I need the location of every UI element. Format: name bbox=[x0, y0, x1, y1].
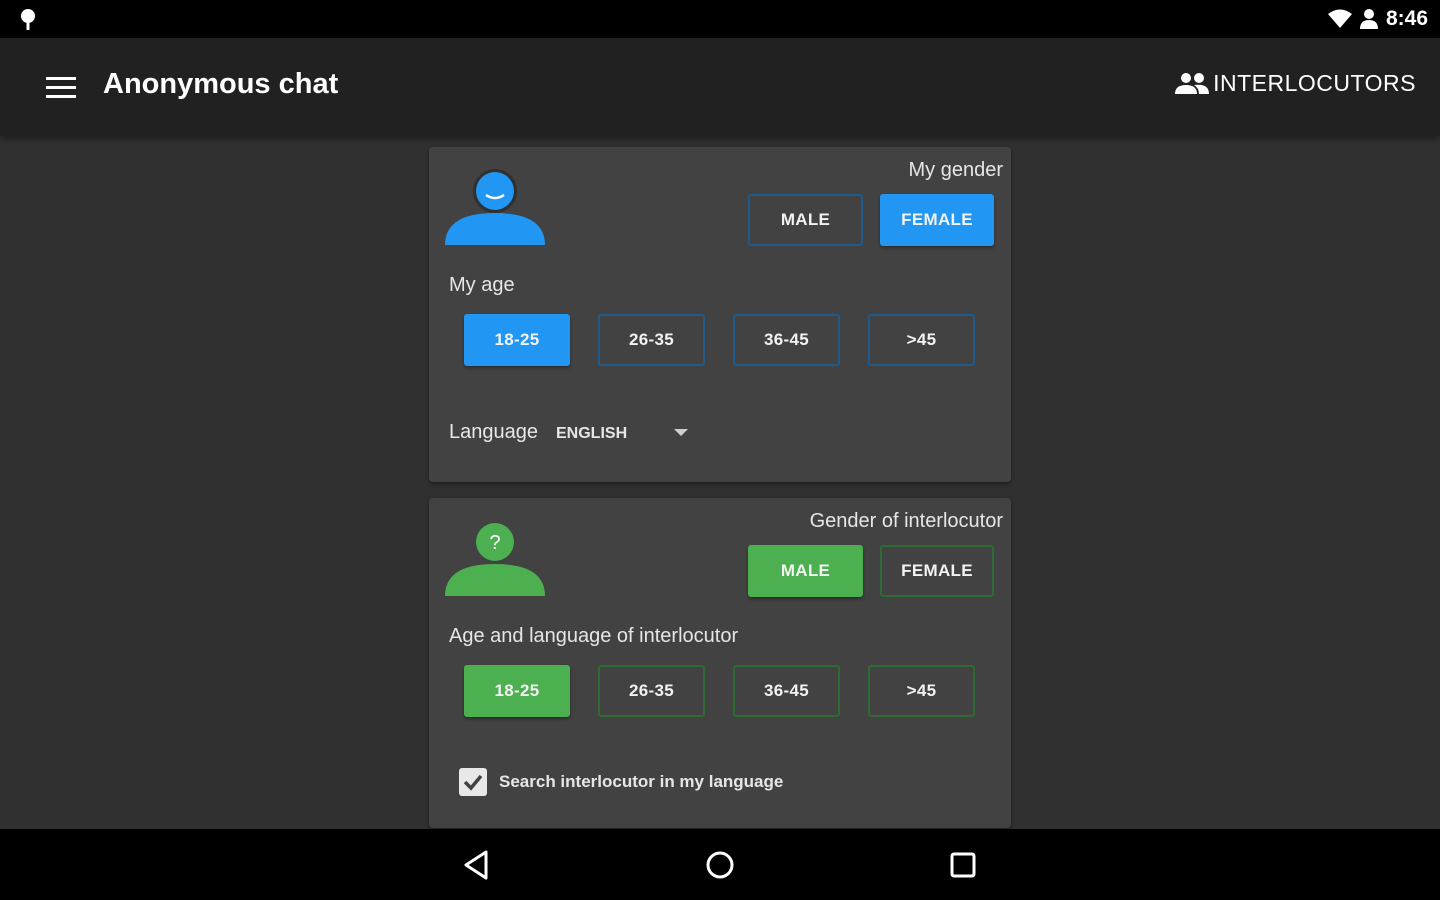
language-value: ENGLISH bbox=[556, 425, 628, 442]
my-profile-card: My gender MALE FEMALE My age 18-25 26-35… bbox=[429, 147, 1011, 482]
menu-icon[interactable] bbox=[44, 74, 78, 102]
interlocutor-age-26-35-button[interactable]: 26-35 bbox=[598, 665, 705, 717]
app-title: Anonymous chat bbox=[103, 68, 339, 100]
my-gender-male-button[interactable]: MALE bbox=[748, 194, 863, 246]
language-select[interactable]: ENGLISH bbox=[556, 417, 696, 451]
unknown-user-avatar-icon: ? bbox=[445, 520, 545, 596]
svg-text:?: ? bbox=[489, 532, 500, 554]
interlocutor-card: ? Gender of interlocutor MALE FEMALE Age… bbox=[429, 498, 1011, 828]
app-bar: Anonymous chat INTERLOCUTORS bbox=[0, 38, 1440, 136]
my-gender-female-button[interactable]: FEMALE bbox=[880, 194, 994, 246]
interlocutor-age-over-45-button[interactable]: >45 bbox=[868, 665, 975, 717]
interlocutor-age-label: Age and language of interlocutor bbox=[449, 625, 739, 647]
interlocutors-label: INTERLOCUTORS bbox=[1213, 70, 1416, 96]
notification-icon bbox=[21, 9, 35, 30]
my-age-26-35-button[interactable]: 26-35 bbox=[598, 314, 705, 366]
same-language-label: Search interlocutor in my language bbox=[499, 772, 784, 791]
recents-icon[interactable] bbox=[945, 847, 981, 883]
check-icon bbox=[463, 774, 483, 791]
my-gender-label: My gender bbox=[908, 159, 1004, 181]
interlocutor-gender-label: Gender of interlocutor bbox=[809, 510, 1003, 532]
navigation-bar bbox=[0, 829, 1440, 900]
interlocutor-age-18-25-button[interactable]: 18-25 bbox=[464, 665, 570, 717]
my-age-18-25-button[interactable]: 18-25 bbox=[464, 314, 570, 366]
wifi-icon bbox=[1327, 9, 1352, 28]
interlocutor-age-36-45-button[interactable]: 36-45 bbox=[733, 665, 840, 717]
my-age-36-45-button[interactable]: 36-45 bbox=[733, 314, 840, 366]
my-age-over-45-button[interactable]: >45 bbox=[868, 314, 975, 366]
language-label: Language bbox=[449, 421, 538, 443]
back-icon[interactable] bbox=[460, 847, 496, 883]
interlocutor-gender-male-button[interactable]: MALE bbox=[748, 545, 863, 597]
same-language-checkbox[interactable] bbox=[459, 768, 487, 796]
clock: 8:46 bbox=[1385, 7, 1428, 30]
user-avatar-icon bbox=[445, 169, 545, 245]
people-icon bbox=[1175, 72, 1210, 94]
home-icon[interactable] bbox=[702, 847, 738, 883]
interlocutor-gender-female-button[interactable]: FEMALE bbox=[880, 545, 994, 597]
status-bar: 8:46 bbox=[0, 0, 1440, 38]
same-language-checkbox-row[interactable]: Search interlocutor in my language bbox=[459, 768, 783, 796]
interlocutors-button[interactable]: INTERLOCUTORS bbox=[1175, 70, 1416, 97]
account-icon bbox=[1359, 9, 1378, 29]
dropdown-arrow-icon bbox=[674, 429, 688, 436]
my-age-label: My age bbox=[449, 274, 515, 296]
